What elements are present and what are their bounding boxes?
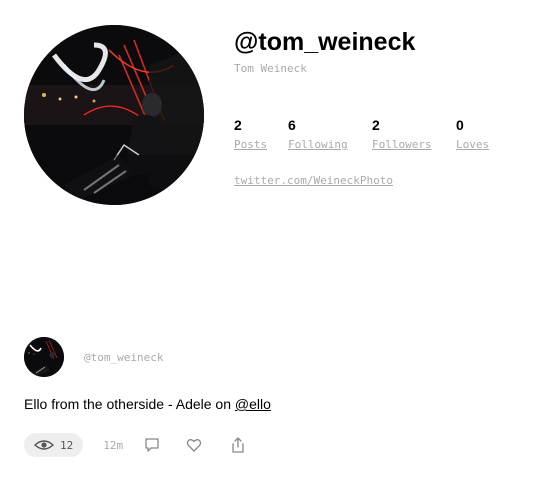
post-author-avatar[interactable]	[24, 337, 64, 377]
profile-username: @tom_weineck	[234, 28, 416, 56]
post-author-username[interactable]: @tom_weineck	[84, 351, 163, 365]
stat-loves-label[interactable]: Loves	[456, 138, 516, 152]
views-count: 12	[60, 438, 74, 452]
stat-followers-count: 2	[372, 117, 380, 133]
love-button[interactable]	[185, 436, 203, 454]
profile-stats: 2 Posts 6 Following 2 Followers 0 Loves	[234, 117, 516, 152]
heart-icon	[186, 439, 202, 452]
stat-following-count: 6	[288, 117, 296, 133]
eye-icon	[34, 440, 54, 450]
profile-avatar[interactable]	[24, 25, 204, 205]
comment-button[interactable]	[143, 436, 161, 454]
comment-icon	[145, 438, 159, 452]
profile-external-link[interactable]: twitter.com/WeineckPhoto	[234, 174, 393, 188]
post-mention-link[interactable]: @ello	[235, 396, 271, 412]
stat-following-label[interactable]: Following	[288, 138, 372, 152]
stat-posts-label[interactable]: Posts	[234, 138, 288, 152]
stat-posts-count: 2	[234, 117, 242, 133]
stat-followers[interactable]: 2 Followers	[372, 117, 456, 152]
views-button[interactable]: 12	[24, 433, 84, 457]
stat-loves-count: 0	[456, 117, 464, 133]
post-body-text: Ello from the otherside - Adele on	[24, 396, 235, 412]
share-button[interactable]	[229, 436, 247, 454]
avatar-photo-small	[24, 337, 64, 377]
stat-followers-label[interactable]: Followers	[372, 138, 456, 152]
share-icon	[232, 437, 244, 453]
stat-loves[interactable]: 0 Loves	[456, 117, 516, 152]
post-timestamp[interactable]: 12m	[103, 439, 123, 452]
post-body: Ello from the otherside - Adele on @ello	[24, 395, 271, 413]
stat-following[interactable]: 6 Following	[288, 117, 372, 152]
stat-posts[interactable]: 2 Posts	[234, 117, 288, 152]
avatar-photo	[24, 25, 204, 205]
post-tools: 12 12m	[24, 433, 247, 457]
profile-fullname: Tom Weineck	[234, 62, 307, 75]
